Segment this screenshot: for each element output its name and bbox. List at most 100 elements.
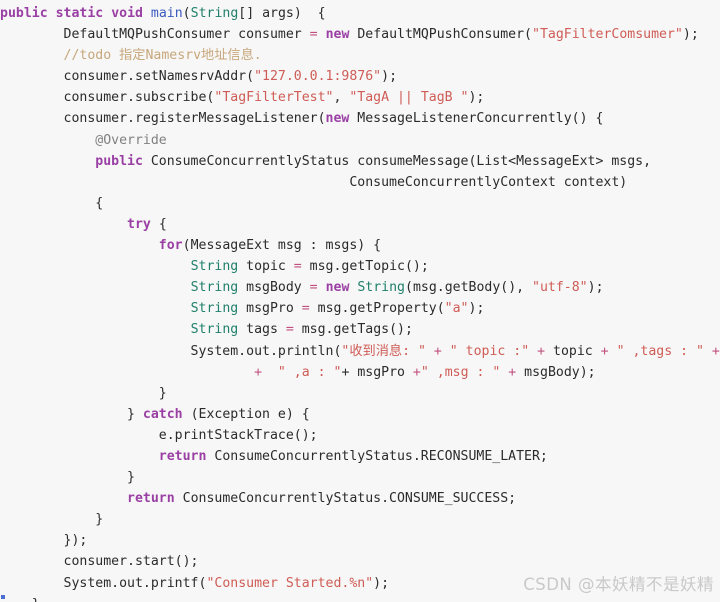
code-token: });	[0, 533, 88, 549]
code-token: main	[150, 6, 183, 21]
code-line: consumer.subscribe("TagFilterTest", "Tag…	[0, 87, 720, 108]
code-token: =	[309, 280, 318, 296]
code-token: );	[468, 301, 485, 317]
code-token: msg.getProperty(	[309, 301, 445, 317]
code-token: catch	[142, 406, 183, 422]
code-token: =	[293, 259, 302, 275]
code-token: msgBody);	[516, 364, 596, 380]
code-token: consumer.start();	[0, 554, 199, 570]
code-token: for	[158, 238, 183, 254]
code-token: System.out.println(	[0, 343, 342, 359]
code-token: DefaultMQPushConsumer consumer	[0, 27, 310, 43]
code-line: //todo 指定Namesrv地址信息.	[0, 45, 720, 66]
code-line: consumer.registerMessageListener(new Mes…	[0, 108, 720, 129]
code-token: String	[190, 301, 239, 317]
code-token: );	[587, 280, 604, 296]
code-line: System.out.println("收到消息: " + " topic :"…	[0, 341, 720, 362]
code-token: );	[468, 90, 485, 106]
code-line: String tags = msg.getTags();	[0, 319, 720, 340]
code-token: +	[433, 343, 442, 359]
code-token: );	[373, 575, 390, 591]
code-token: }	[0, 597, 40, 602]
code-token: consumer.registerMessageListener(	[0, 111, 326, 127]
code-token: ConsumeConcurrentlyStatus.RECONSUME_LATE…	[206, 448, 548, 464]
code-token: new	[325, 27, 350, 43]
code-token: String	[190, 322, 239, 338]
code-token: +	[412, 364, 421, 380]
code-token: +	[711, 343, 720, 359]
code-token: msgPro	[238, 301, 302, 317]
code-token: "a"	[444, 301, 469, 317]
code-line: e.printStackTrace();	[0, 425, 720, 446]
code-token: " ,a : "	[277, 364, 342, 380]
code-token: " topic :"	[449, 343, 530, 359]
code-token: "TagFilterComsumer"	[532, 27, 683, 43]
code-token: //todo 指定Namesrv地址信息.	[0, 48, 262, 64]
code-token: e.printStackTrace();	[0, 427, 318, 443]
code-token: System.out.printf(	[0, 575, 207, 591]
code-line: String topic = msg.getTopic();	[0, 256, 720, 277]
code-line: @Override	[0, 130, 720, 151]
code-token: {	[0, 195, 104, 211]
code-token: consumer.subscribe(	[0, 90, 215, 106]
code-token: ,	[333, 90, 350, 106]
code-line: DefaultMQPushConsumer consumer = new Def…	[0, 24, 720, 45]
code-token: @Override	[0, 132, 167, 148]
code-token: String	[190, 259, 239, 275]
code-token: String	[190, 6, 239, 21]
code-token: ConsumeConcurrentlyStatus.CONSUME_SUCCES…	[174, 491, 517, 507]
code-line: consumer.start();	[0, 551, 720, 572]
code-token: "utf-8"	[532, 280, 588, 296]
code-token: void	[111, 6, 143, 21]
code-editor[interactable]: public static void main(String[] args) {…	[0, 0, 720, 602]
code-token: +	[600, 343, 609, 359]
caret-marker	[1, 595, 5, 599]
code-token: (	[182, 6, 191, 21]
code-content[interactable]: public static void main(String[] args) {…	[0, 0, 720, 602]
code-token: =	[285, 322, 294, 338]
code-line: String msgPro = msg.getProperty("a");	[0, 298, 720, 319]
code-line: consumer.setNamesrvAddr("127.0.0.1:9876"…	[0, 66, 720, 87]
code-token: public	[0, 6, 48, 21]
code-token: }	[0, 470, 135, 486]
code-token: "127.0.0.1:9876"	[254, 69, 382, 85]
code-token: }	[0, 512, 104, 528]
code-token: (MessageExt msg : msgs) {	[182, 238, 382, 254]
code-line: }	[0, 383, 720, 404]
code-token: {	[150, 216, 167, 232]
code-token: (msg.getBody(),	[405, 280, 533, 296]
code-token: " ,msg : "	[420, 364, 501, 380]
code-token: String	[357, 280, 405, 296]
code-token: tags	[238, 322, 286, 338]
code-token: String	[190, 280, 239, 296]
code-line: public static void main(String[] args) {	[0, 3, 720, 24]
code-token: new	[325, 111, 350, 127]
code-token: try	[127, 216, 151, 232]
code-line: ConsumeConcurrentlyContext context)	[0, 172, 720, 193]
code-token: return	[127, 491, 175, 507]
code-token: "Consumer Started.%n"	[206, 575, 374, 591]
code-line: });	[0, 530, 720, 551]
code-line: + " ,a : "+ msgPro +" ,msg : " + msgBody…	[0, 362, 720, 383]
code-token: +	[537, 343, 546, 359]
code-token: }	[0, 385, 167, 401]
code-line: return ConsumeConcurrentlyStatus.CONSUME…	[0, 488, 720, 509]
code-token: + msgPro	[341, 364, 413, 380]
code-token: topic	[238, 259, 294, 275]
